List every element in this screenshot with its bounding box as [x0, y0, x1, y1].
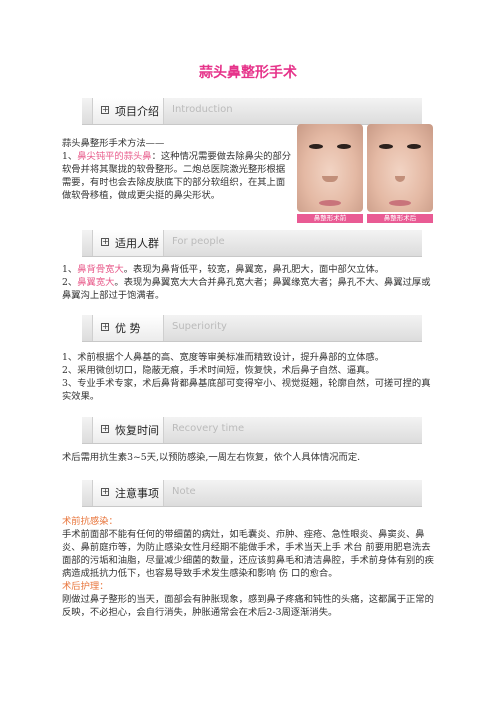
section-header-note: + 注意事项 Note [82, 480, 422, 507]
square-plus-icon: + [101, 487, 109, 496]
note-pre-text: 手术前面部不能有任何的带细菌的病灶，如毛囊炎、疖肿、痤疮、急性眼炎、鼻窦炎、鼻炎… [62, 529, 434, 579]
after-caption: 鼻整形术后 [367, 214, 433, 223]
after-photo [367, 124, 433, 212]
intro-item1: 1、鼻尖钝平的蒜头鼻：这种情况需要做去除鼻尖的部分软骨并将其聚拢的软骨整形。二炮… [62, 151, 292, 201]
section-header-recovery: + 恢复时间 Recovery time [82, 417, 422, 444]
note-text: 术前抗感染： 手术前面部不能有任何的带细菌的病灶，如毛囊炎、疖肿、痤疮、急性眼炎… [62, 515, 434, 619]
section-subtitle: For people [172, 236, 225, 247]
section-title: 注意事项 [115, 487, 159, 500]
section-subtitle: Recovery time [172, 423, 245, 434]
superiority-text: 1、术前根据个人鼻基的高、宽度等审美标准而精致设计，提升鼻部的立体感。 2、采用… [62, 351, 434, 403]
superiority-item3: 3、专业手术专家，术后鼻背都鼻基底部可变得窄小、视觉挺翘，轮廓自然，可搓可捏的真… [62, 378, 431, 402]
square-plus-icon: + [101, 105, 109, 114]
section-title: 优 势 [115, 322, 141, 335]
section-tab: + 恢复时间 [92, 417, 164, 443]
square-plus-icon: + [101, 322, 109, 331]
people-item1: 1、鼻背骨宽大。表现为鼻背低平，较宽，鼻翼宽，鼻孔肥大，面中部欠立体。 [62, 264, 385, 275]
section-header-people: + 适用人群 For people [82, 230, 422, 257]
intro-text: 蒜头鼻整形手术方法—— 1、鼻尖钝平的蒜头鼻：这种情况需要做去除鼻尖的部分软骨并… [62, 137, 294, 202]
section-title: 项目介绍 [115, 105, 159, 118]
square-plus-icon: + [101, 424, 109, 433]
section-header-superiority: + 优 势 Superiority [82, 315, 422, 342]
people-item2: 2、鼻翼宽大。表现为鼻翼宽大大合并鼻孔宽大者；鼻翼缘宽大者；鼻孔不大、鼻翼过厚或… [62, 277, 431, 301]
section-tab: + 优 势 [92, 315, 164, 341]
note-pre-title: 术前抗感染： [62, 516, 118, 527]
section-subtitle: Introduction [172, 104, 233, 115]
square-plus-icon: + [101, 237, 109, 246]
section-header-intro: + 项目介绍 Introduction [82, 98, 422, 125]
note-post-title: 术后护理： [62, 581, 109, 592]
people-text: 1、鼻背骨宽大。表现为鼻背低平，较宽，鼻翼宽，鼻孔肥大，面中部欠立体。 2、鼻翼… [62, 263, 434, 302]
note-post-text: 刚做过鼻子整形的当天，面部会有肿胀现象，感到鼻子疼痛和钝性的头痛，这都属于正常的… [62, 594, 434, 618]
section-tab: + 项目介绍 [92, 98, 164, 124]
before-photo [297, 124, 363, 212]
superiority-item1: 1、术前根据个人鼻基的高、宽度等审美标准而精致设计，提升鼻部的立体感。 [62, 352, 385, 363]
section-tab: + 注意事项 [92, 480, 164, 506]
superiority-item2: 2、采用微创切口，隐蔽无痕，手术时间短，恢复快，术后鼻子自然、逼真。 [62, 365, 375, 376]
recovery-text: 术后需用抗生素3~5天,以预防感染,一周左右恢复，依个人具体情况而定. [62, 452, 361, 463]
before-caption: 鼻整形术前 [297, 214, 363, 223]
section-subtitle: Superiority [172, 321, 227, 332]
intro-line0: 蒜头鼻整形手术方法—— [62, 138, 165, 149]
section-subtitle: Note [172, 486, 196, 497]
section-title: 适用人群 [115, 237, 159, 250]
intro-item1-highlight: 鼻尖钝平的蒜头鼻 [77, 151, 152, 162]
section-tab: + 适用人群 [92, 230, 164, 256]
page-title: 蒜头鼻整形手术 [199, 65, 297, 81]
before-after-photos: 鼻整形术前 鼻整形术后 [297, 124, 433, 223]
section-title: 恢复时间 [115, 424, 159, 437]
